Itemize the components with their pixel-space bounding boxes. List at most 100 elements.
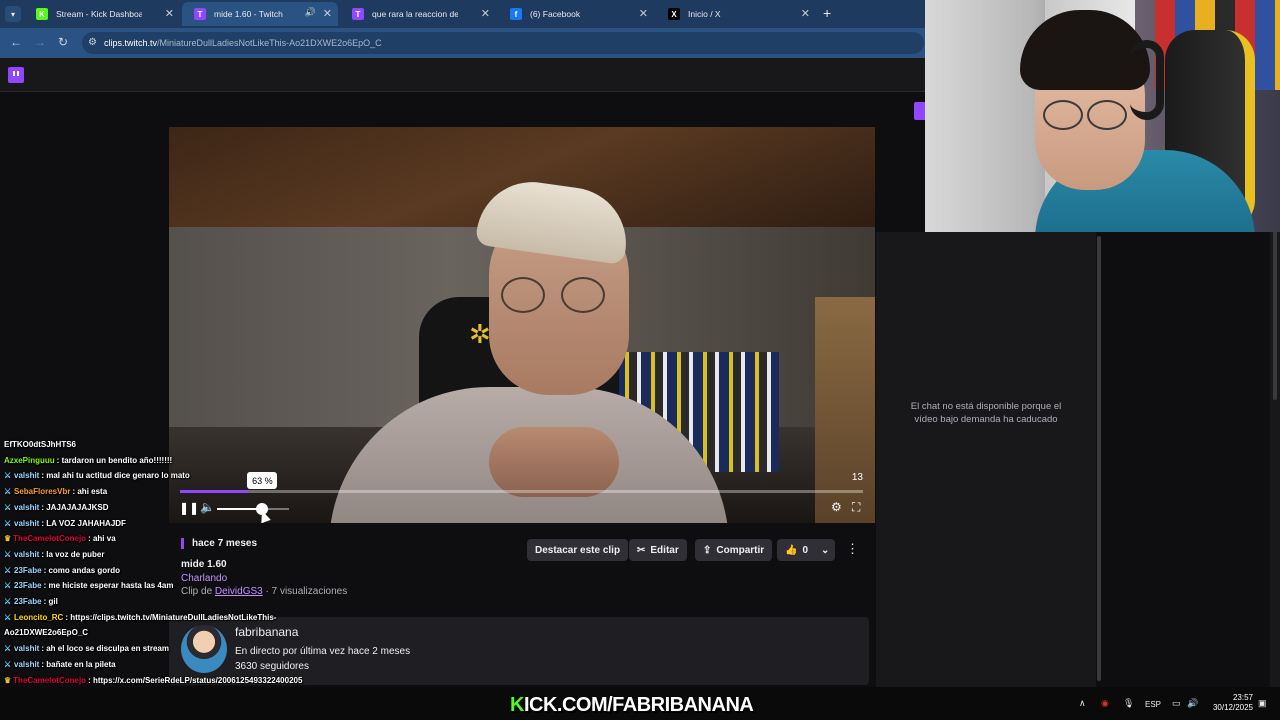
chat-text: ahi esta [77,487,108,497]
chat-line: ⚔ 23Fabe: me hiciste esperar hasta las 4a… [4,581,174,591]
chat-line: ⚔ valshit: JAJAJAJAJKSD [4,502,109,512]
volume-slider[interactable] [217,508,289,510]
sword-badge-icon: ⚔ [4,549,12,559]
webcam-overlay [925,0,1280,232]
chat-panel: El chat no está disponible porque el víd… [876,232,1096,687]
tray-chevron-icon[interactable]: ∧ [1079,698,1086,709]
chat-line: ⚔ SebaFloresVbr: ahi esta [4,487,108,497]
tab-label: mide 1.60 - Twitch [214,9,283,19]
speaker-icon[interactable]: 🔊 [1187,698,1198,709]
tab-close-icon[interactable]: ✕ [165,7,174,20]
tab-favicon-icon: T [194,8,206,20]
chevron-down-icon[interactable]: ⌄ [821,545,829,556]
browser-tab[interactable]: Tque rara la reaccion del partido ✕ [340,2,496,26]
new-tab-icon[interactable]: + [823,5,831,21]
chat-text: LA VOZ JAHAHAJDF [46,518,126,528]
twitch-logo-icon[interactable] [8,67,24,83]
chat-line: ⚔ valshit: mal ahi tu actitud dice genaro… [4,471,190,481]
language-indicator[interactable]: ESP [1145,700,1161,709]
channel-followers: 3630 seguidores [235,661,309,672]
tab-close-icon[interactable]: ✕ [481,7,490,20]
chat-line: ♛ TheCamelotConejo: https://x.com/SerieRd… [4,675,303,685]
chat-text: ah el loco se disculpa en stream [46,644,169,654]
sword-badge-icon: ⚔ [4,644,12,654]
chat-text: gil [48,597,58,606]
chat-username: 23Fabe [14,565,42,575]
volume-tooltip: 63 % [247,472,278,489]
network-icon[interactable]: ▭ [1172,698,1181,709]
sword-badge-icon: ⚔ [4,612,12,622]
microphone-icon[interactable]: 🎙 [1123,698,1134,709]
fullscreen-icon[interactable]: ⛶ [852,500,860,515]
reload-icon[interactable]: ↻ [58,35,68,49]
chat-line: ⚔ valshit: la voz de puber [4,549,105,559]
share-button[interactable]: ⇪ Compartir [695,539,773,561]
chat-text: https://clips.twitch.tv/MiniatureDullLad… [70,612,277,622]
chat-line: AzxePinguuu: tardaron un bendito año!!!!… [4,455,173,465]
pause-icon[interactable]: ❚❚ [179,501,199,515]
sword-badge-icon: ⚔ [4,518,12,528]
chat-text: me hiciste esperar hasta las 4am [48,581,174,591]
chat-line: EfTKO0dtSJhHTS6 [4,440,76,449]
clip-byline: Clip de DeividGS3 · 7 visualizaciones [181,586,348,597]
chat-text: tardaron un bendito año!!!!!!! [61,455,173,465]
chat-username: AzxePinguuu [4,455,55,465]
volume-icon[interactable]: 🔈 [200,500,215,514]
chat-scrollbar-thumb[interactable] [1097,236,1101,681]
clip-category-link[interactable]: Charlando [181,573,227,584]
url-path: /MiniatureDullLadiesNotLikeThis-Ao21DXWE… [157,38,382,48]
chat-username: TheCamelotConejo [13,675,87,685]
chat-line: ♛ TheCamelotConejo: ahi va [4,534,116,544]
chat-text: la voz de puber [46,549,105,559]
site-info-icon[interactable]: ⚙ [88,37,97,48]
back-icon[interactable]: ← [10,35,22,49]
chat-line: ⚔ 23Fabe: como andas gordo [4,565,121,575]
chat-username: valshit [14,471,40,481]
chat-username: TheCamelotConejo [13,534,87,544]
seek-bar[interactable] [180,490,863,493]
tab-close-icon[interactable]: ✕ [323,7,332,20]
tab-close-icon[interactable]: ✕ [801,7,810,20]
sword-badge-icon: ⚔ [4,502,12,512]
chat-text: https://x.com/SerieRdeLP/status/20061254… [92,675,303,685]
avatar[interactable] [181,625,227,673]
screen: ▾ K Stream - Kick Dashboard ✕ Tmide 1.60 - … [0,0,1280,720]
tab-close-icon[interactable]: ✕ [639,7,648,20]
browser-tab[interactable]: Tmide 1.60 - Twitch 🔊 ✕ [182,2,338,26]
chat-line: ⚔ valshit: ah el loco se disculpa en stre… [4,644,169,654]
settings-gear-icon[interactable]: ⚙ [831,500,842,514]
like-button[interactable]: 👍 0 ⌄ [777,539,835,561]
chat-username: valshit [14,549,40,559]
chair-logo-icon: ✲ [469,319,491,349]
url-host: clips.twitch.tv [104,38,158,48]
browser-tab[interactable]: f (6) Facebook ✕ [498,2,654,26]
sword-badge-icon: ⚔ [4,659,12,669]
taskbar-clock[interactable]: 23:57 30/12/2025 [1203,693,1253,713]
kick-url-overlay: KICK.COM/FABRIBANANA [510,694,754,716]
tab-label: Stream - Kick Dashboard [56,9,142,19]
forward-icon[interactable]: → [34,35,46,49]
browser-tab[interactable]: K Stream - Kick Dashboard ✕ [24,2,180,26]
feature-clip-button[interactable]: Destacar este clip [527,539,629,561]
clip-author-link[interactable]: DeividGS3 [215,586,263,597]
channel-last-live: En directo por última vez hace 2 meses [235,646,411,657]
edit-button[interactable]: ✂ Editar [629,539,687,561]
tab-favicon-icon: T [352,8,364,20]
sword-badge-icon: ⚔ [4,471,12,481]
tab-list-dropdown-icon[interactable]: ▾ [5,6,21,22]
chat-username: valshit [14,644,40,654]
chat-text: bañate en la pileta [46,659,116,669]
tab-label: (6) Facebook [530,9,581,19]
tray-record-icon[interactable]: ◉ [1101,698,1109,709]
notifications-icon[interactable]: ▣ [1258,698,1267,709]
browser-tab[interactable]: X Inicio / X ✕ [656,2,816,26]
url-field[interactable]: ⚙ clips.twitch.tv/MiniatureDullLadiesNot… [82,32,924,54]
sword-badge-icon: ⚔ [4,581,12,591]
chat-username: Leoncito_RC [14,612,64,622]
channel-name[interactable]: fabribanana [235,625,298,639]
more-options-icon[interactable]: ⋮ [846,541,859,557]
video-player[interactable]: ✲ 13 ❚❚ 🔈 63 % ⚙ ⛶ [169,127,875,523]
chat-line: ⚔ valshit: bañate en la pileta [4,659,116,669]
headphones-icon [1130,40,1164,120]
tab-audio-icon[interactable]: 🔊 [305,7,316,18]
